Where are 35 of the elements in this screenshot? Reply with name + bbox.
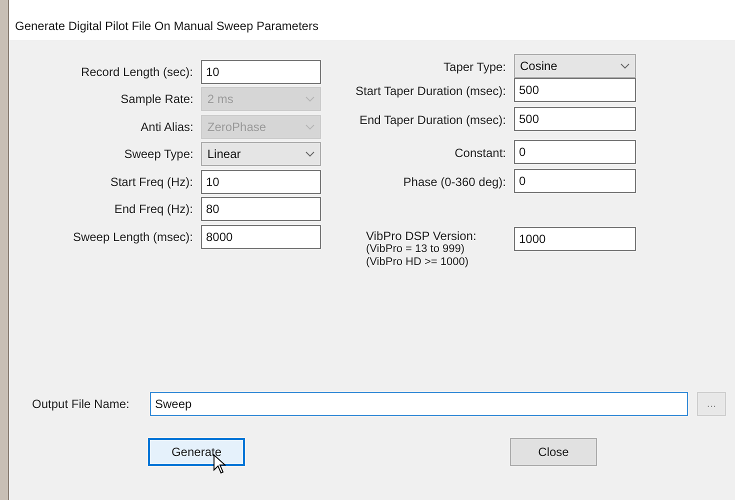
input-field[interactable]: 8000 — [201, 224, 321, 249]
input-field[interactable]: 0 — [514, 140, 636, 164]
input-field[interactable]: 0 — [514, 169, 636, 193]
window-title: Generate Digital Pilot File On Manual Sweep Parameters — [15, 18, 318, 35]
field-label: Constant: — [454, 145, 506, 162]
input-field[interactable]: Sweep — [150, 392, 688, 416]
field-label: Output File Name: — [32, 396, 130, 413]
field-label: Sample Rate: — [120, 91, 194, 108]
input-field[interactable]: 1000 — [514, 227, 636, 251]
input-field[interactable]: 10 — [201, 170, 321, 194]
field-label: VibPro DSP Version: — [366, 230, 476, 243]
dropdown[interactable]: Cosine — [514, 54, 636, 78]
field-label: Start Taper Duration (msec): — [356, 83, 506, 100]
field-label: Sweep Type: — [124, 146, 194, 164]
field-label: End Taper Duration (msec): — [359, 112, 506, 129]
dropdown[interactable]: Linear — [201, 142, 321, 166]
field-label: Phase (0-360 deg): — [403, 174, 506, 191]
input-field[interactable]: 500 — [514, 78, 636, 102]
field-label: End Freq (Hz): — [114, 201, 193, 218]
input-field[interactable]: 80 — [201, 197, 321, 222]
chevron-down-icon — [620, 63, 630, 69]
field-label: Sweep Length (msec): — [72, 228, 193, 246]
dialog-button[interactable]: Close — [510, 438, 597, 466]
chevron-down-icon — [305, 124, 315, 130]
field-label: Start Freq (Hz): — [110, 174, 193, 191]
field-label: Anti Alias: — [140, 118, 194, 136]
chevron-down-icon — [305, 96, 315, 102]
chevron-down-icon — [305, 151, 315, 158]
version-note: (VibPro HD >= 1000) — [366, 256, 469, 269]
field-label: Record Length (sec): — [80, 64, 193, 81]
input-field[interactable]: 10 — [201, 60, 321, 84]
field-label: Taper Type: — [444, 59, 506, 76]
dialog-button[interactable]: Generate — [148, 438, 245, 466]
version-note: (VibPro = 13 to 999) — [366, 243, 466, 256]
input-field[interactable]: 500 — [514, 107, 636, 131]
